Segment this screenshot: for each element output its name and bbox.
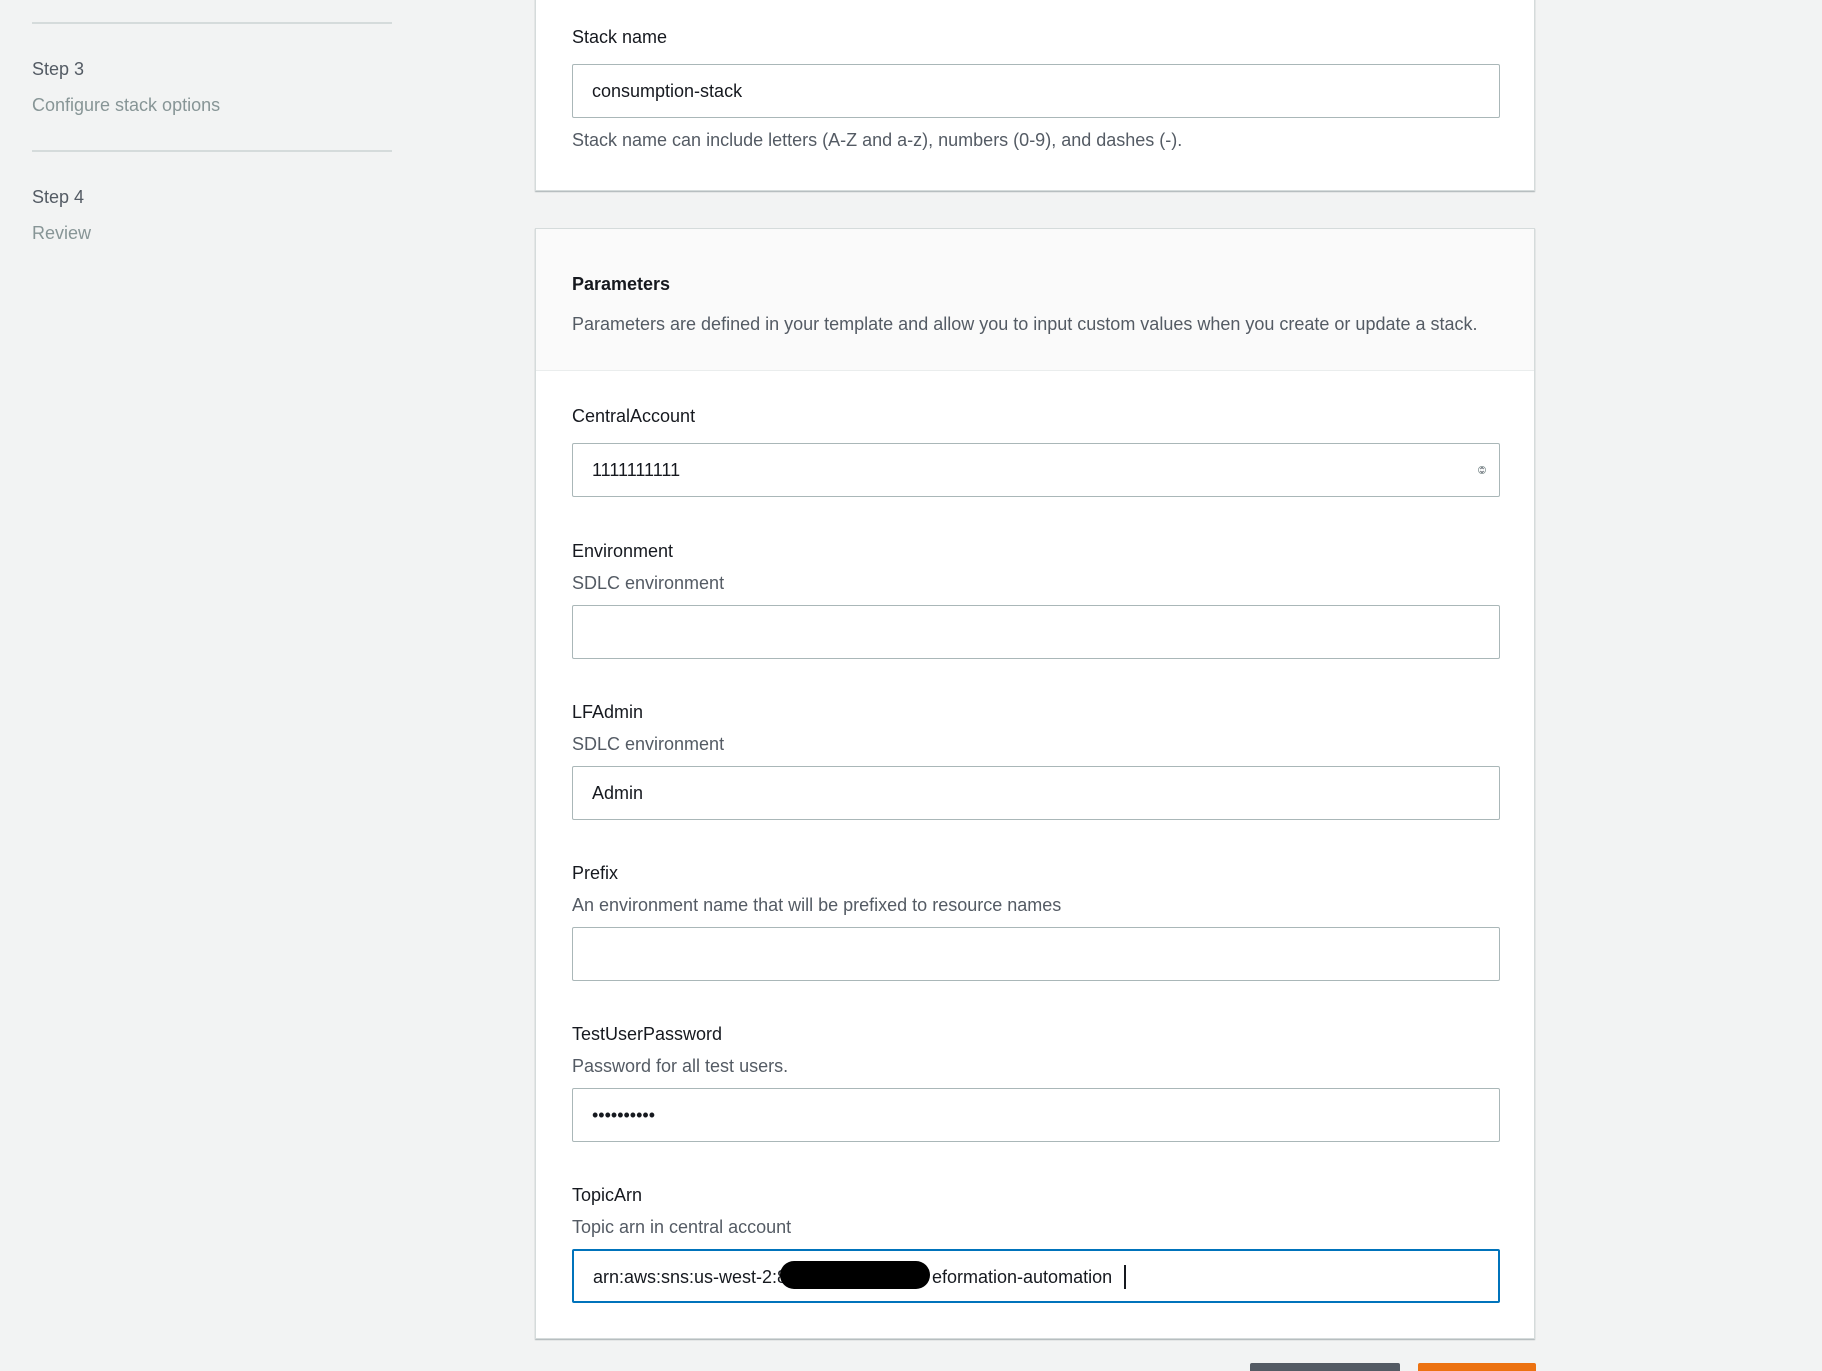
parameters-panel: Parameters Parameters are defined in you… [535,228,1535,1339]
prefix-description: An environment name that will be prefixe… [572,895,1062,915]
stack-name-input[interactable] [572,64,1500,118]
environment-description: SDLC environment [572,573,725,593]
number-stepper-icon[interactable] [1478,462,1486,478]
nav-step-4[interactable]: Step 4 Review [32,186,91,244]
environment-label: Environment [572,541,674,561]
topic-arn-value-end: eformation-automation [932,1267,1113,1287]
previous-button[interactable] [1250,1363,1400,1371]
parameters-description: Parameters are defined in your template … [572,314,1478,334]
prefix-label: Prefix [572,863,619,883]
central-account-input[interactable] [572,443,1500,497]
topic-arn-label: TopicArn [572,1185,643,1205]
topic-arn-field: arn:aws:sns:us-west-2:8 eformation-autom… [572,1249,1500,1303]
lf-admin-input[interactable] [572,766,1500,820]
stack-name-panel: Stack name Stack name can include letter… [535,0,1535,191]
nav-step-number: Step 4 [32,187,85,207]
text-cursor [1124,1265,1126,1289]
test-user-password-label: TestUserPassword [572,1024,723,1044]
parameters-title: Parameters [572,274,671,294]
nav-step-title[interactable]: Configure stack options [32,94,220,116]
nav-divider [32,22,392,24]
topic-arn-description: Topic arn in central account [572,1217,792,1237]
central-account-label: CentralAccount [572,406,696,426]
nav-divider [32,150,392,152]
topic-arn-input[interactable]: arn:aws:sns:us-west-2:8 eformation-autom… [572,1249,1500,1303]
environment-input[interactable] [572,605,1500,659]
lf-admin-description: SDLC environment [572,734,725,754]
topic-arn-value-start: arn:aws:sns:us-west-2:8 [593,1267,788,1287]
test-user-password-input[interactable] [572,1088,1500,1142]
next-button[interactable] [1418,1363,1536,1371]
central-account-field [572,443,1500,497]
stack-name-hint: Stack name can include letters (A-Z and … [572,130,1183,150]
stack-name-label: Stack name [572,27,668,47]
redaction-mask [780,1261,930,1289]
nav-step-3[interactable]: Step 3 Configure stack options [32,58,220,116]
nav-step-number: Step 3 [32,59,85,79]
nav-step-title[interactable]: Review [32,222,91,244]
lf-admin-label: LFAdmin [572,702,644,722]
test-user-password-description: Password for all test users. [572,1056,789,1076]
parameters-header: Parameters Parameters are defined in you… [536,229,1534,371]
prefix-input[interactable] [572,927,1500,981]
